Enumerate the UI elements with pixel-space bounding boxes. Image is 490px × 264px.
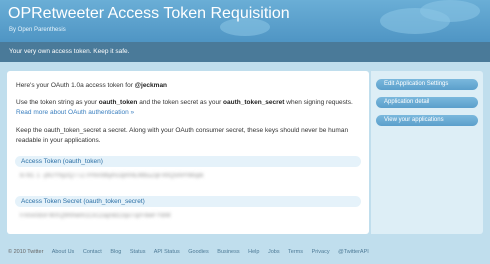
- footer-link-help[interactable]: Help: [248, 249, 259, 255]
- page-header: OPRetweeter Access Token Requisition By …: [0, 0, 490, 42]
- intro-text: Here's your OAuth 1.0a access token for …: [16, 81, 167, 91]
- usage-part-3: when signing requests.: [284, 99, 353, 106]
- footer-link-terms[interactable]: Terms: [288, 249, 303, 255]
- username: @jeckman: [134, 82, 168, 89]
- access-token-label: Access Token (oauth_token): [15, 156, 361, 167]
- byline: By Open Parenthesis: [9, 27, 66, 33]
- warning-text: Keep the oauth_token_secret a secret. Al…: [16, 127, 349, 144]
- view-applications-button[interactable]: View your applications: [376, 115, 478, 126]
- footer-link-status[interactable]: Status: [130, 249, 146, 255]
- edit-application-settings-button[interactable]: Edit Application Settings: [376, 79, 478, 90]
- main-content: Here's your OAuth 1.0a access token for …: [7, 71, 369, 234]
- footer-link-twitterapi[interactable]: @TwitterAPI: [338, 249, 369, 255]
- footer-link-about[interactable]: About Us: [52, 249, 75, 255]
- usage-text: Use the token string as your oauth_token…: [16, 98, 356, 117]
- access-token-secret-label: Access Token Secret (oauth_token_secret): [15, 196, 361, 207]
- oauth-token-secret-term: oauth_token_secret: [223, 99, 285, 106]
- application-detail-button[interactable]: Application detail: [376, 97, 478, 108]
- footer-link-privacy[interactable]: Privacy: [312, 249, 330, 255]
- access-token-secret-value[interactable]: Fnnx0dsFWXQ9hhwm1Ck1zajnBz2qoTq/FbwFYBM: [20, 213, 171, 219]
- oauth-token-term: oauth_token: [98, 99, 138, 106]
- notice-text: Your very own access token. Keep it safe…: [9, 48, 130, 55]
- footer-link-jobs[interactable]: Jobs: [268, 249, 280, 255]
- intro-prefix: Here's your OAuth 1.0a access token for: [16, 82, 135, 89]
- usage-part-1: Use the token string as your: [16, 99, 99, 106]
- footer-link-contact[interactable]: Contact: [83, 249, 102, 255]
- footer-link-goodies[interactable]: Goodies: [188, 249, 209, 255]
- access-token-value[interactable]: 8781 1 -j9UYhjDQ77Z7Pmn9byhs3jRHEMbuZqFm…: [20, 173, 204, 179]
- oauth-docs-link[interactable]: Read more about OAuth authentication »: [16, 109, 134, 116]
- copyright: © 2010 Twitter: [8, 249, 44, 255]
- usage-part-2: and the token secret as your: [137, 99, 224, 106]
- footer-link-api-status[interactable]: API Status: [154, 249, 180, 255]
- footer: © 2010 Twitter About Us Contact Blog Sta…: [8, 249, 376, 255]
- footer-link-blog[interactable]: Blog: [110, 249, 121, 255]
- sidebar: Edit Application Settings Application de…: [371, 71, 483, 234]
- footer-link-business[interactable]: Business: [217, 249, 239, 255]
- cloud-decoration: [420, 0, 480, 22]
- page-title: OPRetweeter Access Token Requisition: [8, 5, 290, 22]
- notice-bar: Your very own access token. Keep it safe…: [0, 42, 490, 62]
